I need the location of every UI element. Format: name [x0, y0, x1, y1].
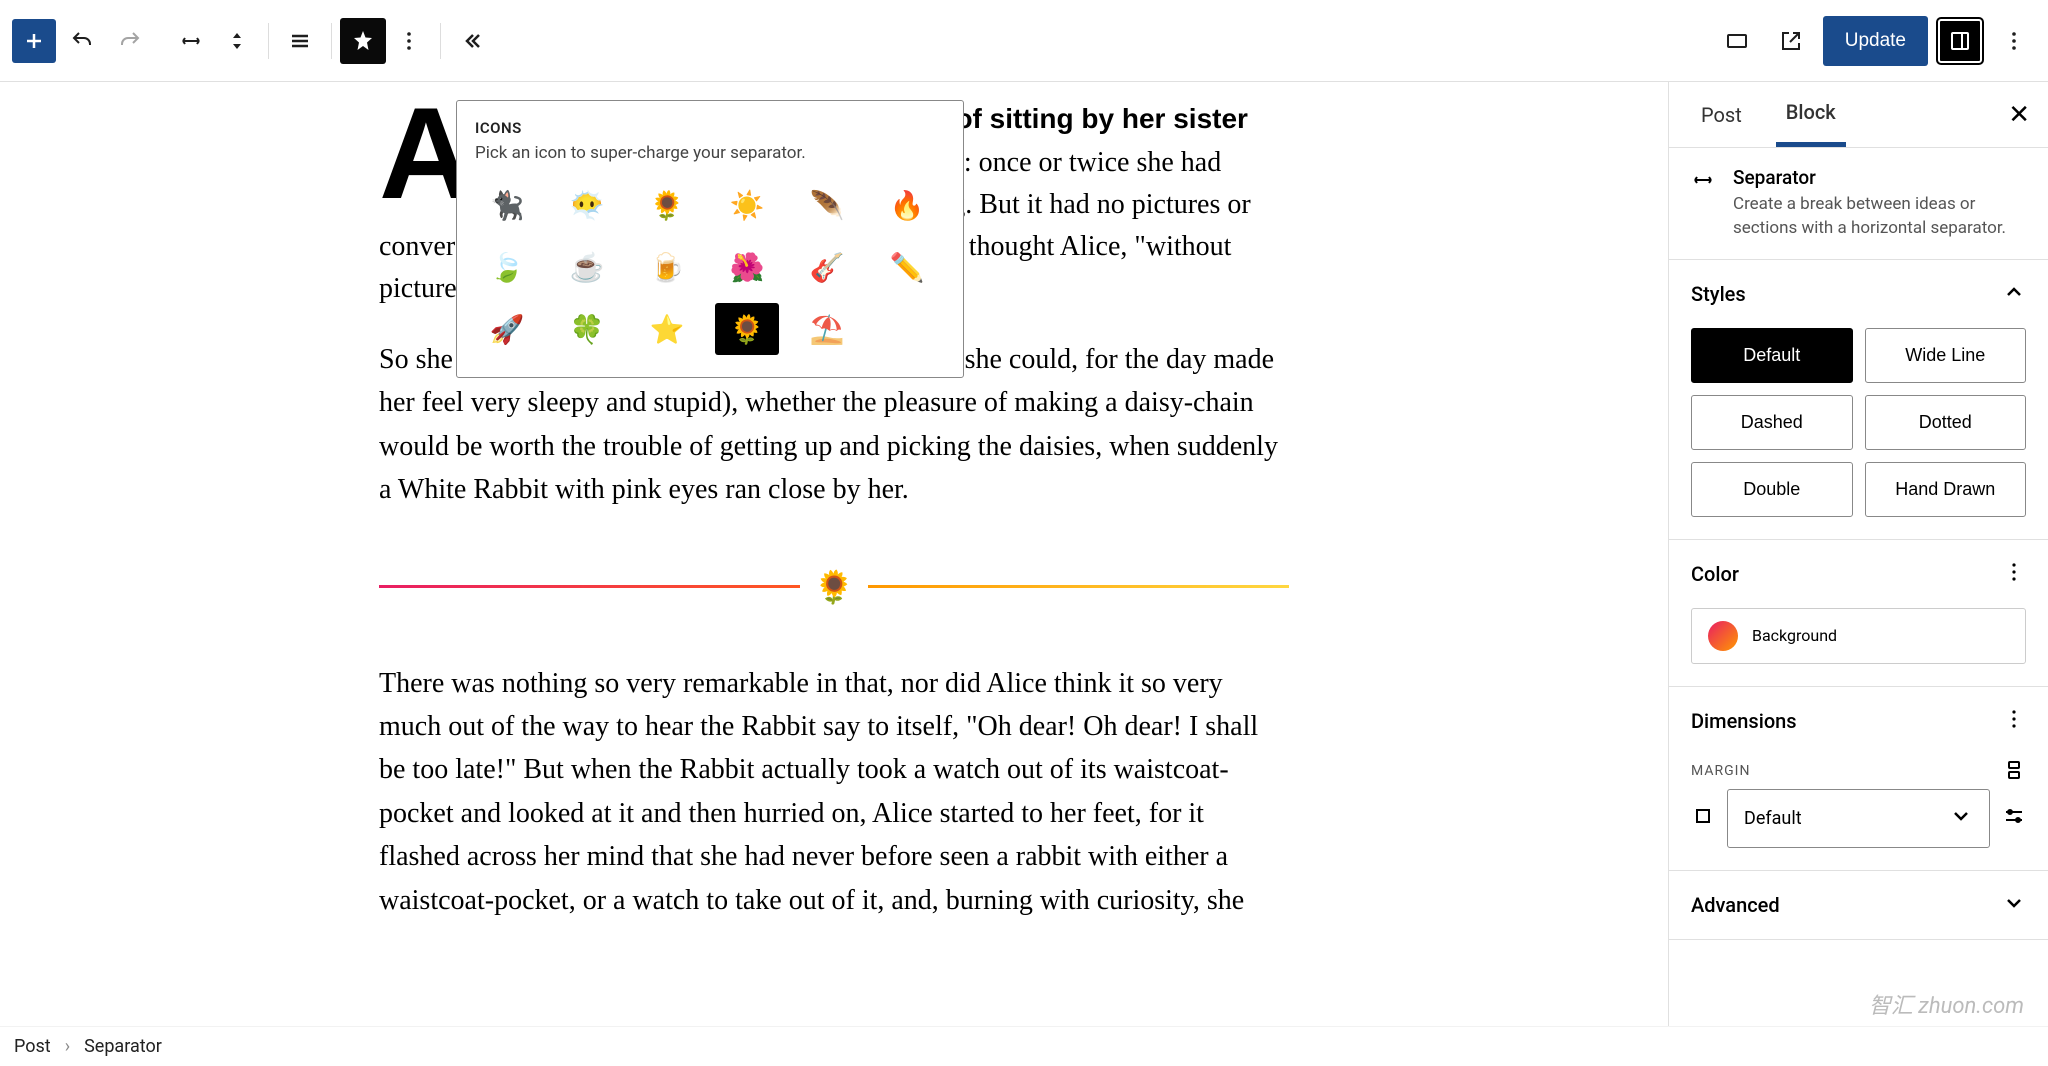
styles-panel: Styles DefaultWide LineDashedDottedDoubl… — [1669, 260, 2048, 540]
margin-value: Default — [1744, 808, 1802, 829]
close-sidebar-button[interactable]: ✕ — [2008, 100, 2030, 130]
icon-option[interactable]: 🐈‍⬛ — [475, 179, 539, 231]
preview-external-button[interactable] — [1769, 19, 1813, 63]
style-option[interactable]: Dotted — [1865, 395, 2027, 450]
popover-title: ICONS — [475, 119, 945, 137]
style-option[interactable]: Wide Line — [1865, 328, 2027, 383]
color-label: Color — [1691, 562, 1739, 586]
add-block-button[interactable] — [12, 19, 56, 63]
collapse-toolbar-button[interactable] — [449, 18, 495, 64]
link-sides-icon[interactable] — [2002, 758, 2026, 786]
icon-option[interactable]: ⛱️ — [795, 303, 859, 355]
icon-option[interactable]: ⭐ — [635, 303, 699, 355]
color-panel-header[interactable]: Color — [1669, 540, 2048, 608]
advanced-label: Advanced — [1691, 893, 1780, 917]
icon-option[interactable]: 🚀 — [475, 303, 539, 355]
style-option[interactable]: Hand Drawn — [1865, 462, 2027, 517]
style-option[interactable]: Dashed — [1691, 395, 1853, 450]
separator-icon: 🌻 — [814, 568, 854, 606]
box-icon — [1691, 804, 1715, 832]
view-button[interactable] — [1715, 19, 1759, 63]
breadcrumb-current[interactable]: Separator — [84, 1036, 162, 1057]
undo-button[interactable] — [60, 19, 104, 63]
align-button[interactable] — [277, 18, 323, 64]
breadcrumb-separator: › — [65, 1036, 70, 1057]
separator-block[interactable]: 🌻 — [379, 568, 1289, 606]
style-grid: DefaultWide LineDashedDottedDoubleHand D… — [1691, 328, 2026, 517]
toolbar-divider — [331, 23, 332, 59]
icon-option[interactable]: 🔥 — [875, 179, 939, 231]
icon-option[interactable]: ✏️ — [875, 241, 939, 293]
options-button[interactable] — [1992, 19, 2036, 63]
icon-option[interactable]: 🌺 — [715, 241, 779, 293]
move-button[interactable] — [214, 18, 260, 64]
margin-label: MARGIN — [1691, 763, 1750, 779]
background-color-row[interactable]: Background — [1691, 608, 2026, 664]
dimensions-panel-header[interactable]: Dimensions — [1669, 687, 2048, 755]
block-type-button[interactable] — [168, 18, 214, 64]
separator-line-right — [868, 585, 1289, 588]
chevron-down-icon — [2002, 891, 2026, 919]
background-swatch — [1708, 621, 1738, 651]
paragraph-3[interactable]: There was nothing so very remarkable in … — [379, 662, 1289, 922]
update-button[interactable]: Update — [1823, 16, 1928, 66]
redo-button[interactable] — [108, 19, 152, 63]
breadcrumb-root[interactable]: Post — [14, 1036, 51, 1057]
sidebar-tabs: Post Block ✕ — [1669, 82, 2048, 148]
style-option[interactable]: Default — [1691, 328, 1853, 383]
background-label: Background — [1752, 626, 1837, 645]
icon-option[interactable]: 🍺 — [635, 241, 699, 293]
icon-option[interactable]: 🪶 — [795, 179, 859, 231]
popover-subtitle: Pick an icon to super-charge your separa… — [475, 143, 945, 163]
sliders-icon[interactable] — [2002, 804, 2026, 832]
toolbar-divider — [268, 23, 269, 59]
style-option[interactable]: Double — [1691, 462, 1853, 517]
block-toolbar — [168, 18, 495, 64]
icon-option[interactable]: 🎸 — [795, 241, 859, 293]
color-panel: Color Background — [1669, 540, 2048, 687]
breadcrumb-bar: Post › Separator — [0, 1026, 2048, 1066]
icon-option[interactable]: ☀️ — [715, 179, 779, 231]
more-vertical-icon[interactable] — [2002, 560, 2026, 588]
toolbar-divider — [440, 23, 441, 59]
icon-option[interactable]: 🌻 — [715, 303, 779, 355]
advanced-panel: Advanced — [1669, 871, 2048, 940]
chevron-down-icon — [1949, 804, 1973, 833]
icon-option[interactable]: 😶‍🌫️ — [555, 179, 619, 231]
icon-picker-popover: ICONS Pick an icon to super-charge your … — [456, 100, 964, 378]
separator-block-icon — [1691, 166, 1715, 241]
icon-picker-button[interactable] — [340, 18, 386, 64]
icon-grid: 🐈‍⬛ 😶‍🌫️ 🌻 ☀️ 🪶 🔥 🍃 ☕ 🍺 🌺 🎸 ✏️ 🚀 🍀 ⭐ 🌻 ⛱️ — [475, 179, 945, 355]
chevron-up-icon — [2002, 280, 2026, 308]
icon-option[interactable]: 🍃 — [475, 241, 539, 293]
dimensions-panel: Dimensions MARGIN Default — [1669, 687, 2048, 871]
block-name: Separator — [1733, 166, 2026, 189]
tab-block[interactable]: Block — [1776, 82, 1846, 147]
settings-toggle-button[interactable] — [1938, 19, 1982, 63]
styles-label: Styles — [1691, 282, 1746, 306]
more-vertical-icon[interactable] — [2002, 707, 2026, 735]
block-info: Separator Create a break between ideas o… — [1669, 148, 2048, 260]
dimensions-label: Dimensions — [1691, 709, 1797, 733]
advanced-panel-header[interactable]: Advanced — [1669, 871, 2048, 939]
toolbar-right: Update — [1715, 16, 2036, 66]
margin-select[interactable]: Default — [1727, 789, 1990, 848]
styles-panel-header[interactable]: Styles — [1669, 260, 2048, 328]
watermark: 智汇 zhuon.com — [1869, 988, 2024, 1020]
block-options-button[interactable] — [386, 18, 432, 64]
separator-line-left — [379, 585, 800, 588]
icon-option[interactable]: 🍀 — [555, 303, 619, 355]
icon-option[interactable]: ☕ — [555, 241, 619, 293]
settings-sidebar: Post Block ✕ Separator Create a break be… — [1668, 82, 2048, 1026]
block-description: Create a break between ideas or sections… — [1733, 193, 2026, 241]
icon-option[interactable]: 🌻 — [635, 179, 699, 231]
tab-post[interactable]: Post — [1691, 85, 1752, 145]
